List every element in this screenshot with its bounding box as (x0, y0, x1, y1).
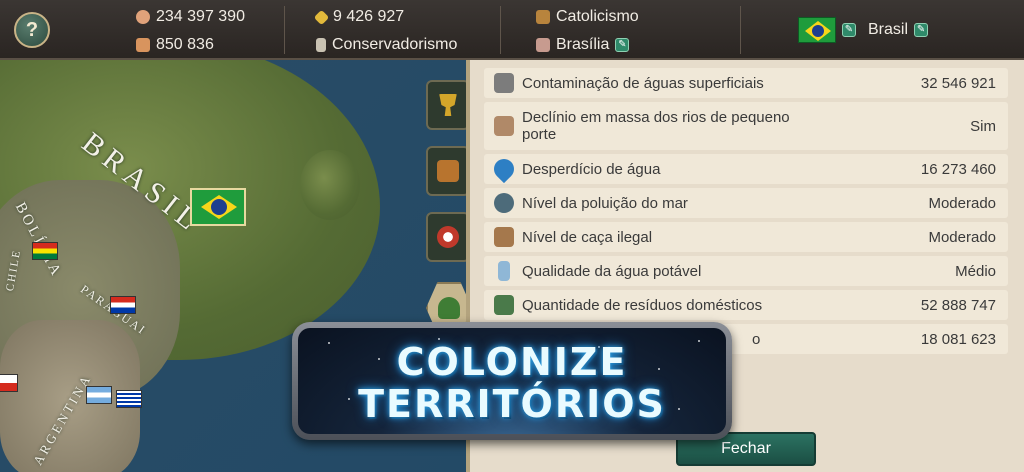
paraguay-flag[interactable] (110, 296, 136, 314)
edit-capital-icon[interactable]: ✎ (615, 38, 630, 52)
stat-value: Sim (970, 117, 996, 135)
stat-row: Qualidade da água potável Médio (484, 256, 1008, 286)
stat-value: Médio (955, 262, 996, 280)
country-stat[interactable]: ✎ Brasil ✎ (798, 17, 929, 43)
trash-bin-icon (494, 295, 514, 315)
uruguay-flag[interactable] (116, 390, 142, 408)
arm-strength-icon (136, 38, 150, 52)
help-button[interactable]: ? (14, 12, 50, 48)
religion-stat[interactable]: Catolicismo (536, 8, 639, 26)
stat-row: Contaminação de águas superficiais 32 54… (484, 68, 1008, 98)
tree-icon (438, 297, 460, 319)
stat-value: 32 546 921 (920, 74, 996, 92)
money-stat: 9 426 927 (313, 8, 405, 26)
argentina-flag[interactable] (86, 386, 112, 404)
edit-flag-icon[interactable]: ✎ (842, 23, 856, 37)
tab-achievements[interactable] (426, 80, 470, 130)
stat-row: Desperdício de água 16 273 460 (484, 154, 1008, 184)
army-stat: 850 836 (136, 36, 214, 54)
bolivia-flag[interactable] (32, 242, 58, 260)
ideology-value: Conservadorismo (332, 36, 458, 53)
stat-value: Moderado (928, 194, 996, 212)
soccer-ball-icon (437, 226, 459, 248)
stat-label: Declínio em massa dos rios de pequeno po… (522, 109, 790, 143)
edit-country-icon[interactable]: ✎ (914, 23, 929, 37)
tab-sports[interactable] (426, 212, 470, 262)
land-northeast (300, 150, 360, 220)
column-icon (316, 38, 326, 52)
factory-icon (494, 73, 514, 93)
country-name: Brasil (868, 21, 909, 38)
top-bar: ? 234 397 390 850 836 9 426 927 Conserva… (0, 0, 1024, 60)
population-value: 234 397 390 (156, 8, 245, 25)
trophy-icon (439, 94, 457, 116)
water-bottle-icon (498, 261, 510, 281)
stat-label: Quantidade de resíduos domésticos (522, 296, 763, 314)
stat-label: Contaminação de águas superficiais (522, 74, 764, 92)
ideology-stat[interactable]: Conservadorismo (316, 36, 457, 54)
religion-value: Catolicismo (556, 8, 639, 25)
brazil-flag-icon (798, 17, 836, 43)
stat-row: Quantidade de resíduos domésticos 52 888… (484, 290, 1008, 320)
person-icon (136, 10, 150, 24)
divider (284, 6, 285, 54)
building-icon (536, 38, 550, 52)
deer-antlers-icon (494, 227, 514, 247)
water-drop-icon (489, 154, 519, 184)
briefcase-icon (437, 160, 459, 182)
divider (500, 6, 501, 54)
ad-title-line2: TERRITÓRIOS (358, 382, 666, 426)
chile-flag[interactable] (0, 374, 18, 392)
ad-title-line1: COLONIZE (396, 340, 628, 384)
divider (740, 6, 741, 54)
stat-value: 52 888 747 (920, 296, 996, 314)
stat-value: 18 081 623 (920, 330, 996, 348)
colonize-ad-banner[interactable]: COLONIZE TERRITÓRIOS (292, 322, 732, 440)
money-value: 9 426 927 (333, 8, 405, 25)
ad-background: COLONIZE TERRITÓRIOS (298, 328, 726, 434)
sea-pollution-icon (494, 193, 514, 213)
population-stat: 234 397 390 (136, 8, 245, 26)
stat-label: Desperdício de água (522, 160, 661, 178)
book-icon (536, 10, 550, 24)
army-value: 850 836 (156, 36, 214, 53)
stat-label: Nível da poluição do mar (522, 194, 688, 212)
tab-economy[interactable] (426, 146, 470, 196)
brazil-capital-flag[interactable] (190, 188, 246, 226)
stat-label: Qualidade da água potável (522, 262, 702, 280)
diamond-icon (313, 9, 330, 25)
stat-row: Nível de caça ilegal Moderado (484, 222, 1008, 252)
capital-stat[interactable]: Brasília ✎ (536, 36, 630, 54)
stat-value: 16 273 460 (920, 160, 996, 178)
dry-river-icon (494, 116, 514, 136)
stat-value: Moderado (928, 228, 996, 246)
stat-row: Declínio em massa dos rios de pequeno po… (484, 102, 1008, 150)
stat-label: Nível de caça ilegal (522, 228, 653, 246)
capital-value: Brasília (556, 36, 610, 53)
stat-row: Nível da poluição do mar Moderado (484, 188, 1008, 218)
